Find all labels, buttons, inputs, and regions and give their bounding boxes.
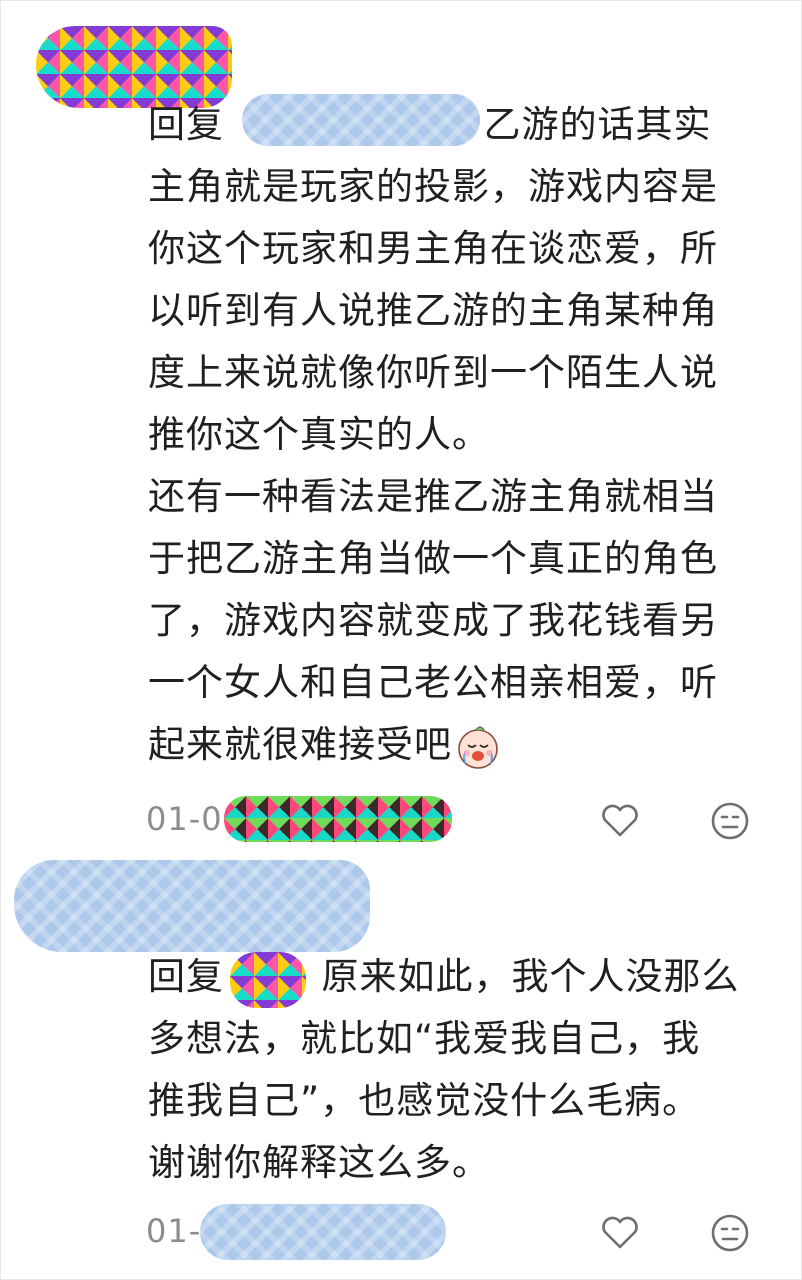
reply-prefix: 回复 <box>148 955 224 998</box>
reaction-button[interactable] <box>708 1211 752 1255</box>
reply-target-avatar-redacted <box>230 952 306 1008</box>
like-button[interactable] <box>598 798 642 842</box>
date-prefix: 01-0 <box>146 800 223 838</box>
reply-target-name-blur <box>242 94 480 146</box>
neutral-face-icon <box>711 1214 749 1252</box>
crying-baby-emoji-icon <box>454 723 502 771</box>
neutral-face-icon <box>711 802 749 840</box>
timestamp-location-redacted <box>224 796 452 842</box>
heart-outline-icon <box>602 1216 638 1249</box>
reaction-button[interactable] <box>708 799 752 843</box>
comment-2-date: 01- <box>146 1212 201 1250</box>
comment-1-body: 回复 乙游的话其实 主角就是玩家的投影，游戏内容是 你这个玩家和男主角在谈恋爱，… <box>148 94 748 776</box>
timestamp-location-redacted <box>200 1204 446 1260</box>
comment-1-text: 乙游的话其实 主角就是玩家的投影，游戏内容是 你这个玩家和男主角在谈恋爱，所 以… <box>148 103 718 766</box>
comment-1-date: 01-0 <box>146 800 223 838</box>
username-redacted[interactable] <box>14 860 370 952</box>
heart-outline-icon <box>602 804 638 837</box>
like-button[interactable] <box>598 1210 642 1254</box>
reply-prefix: 回复 <box>148 103 224 146</box>
date-prefix: 01- <box>146 1212 202 1250</box>
